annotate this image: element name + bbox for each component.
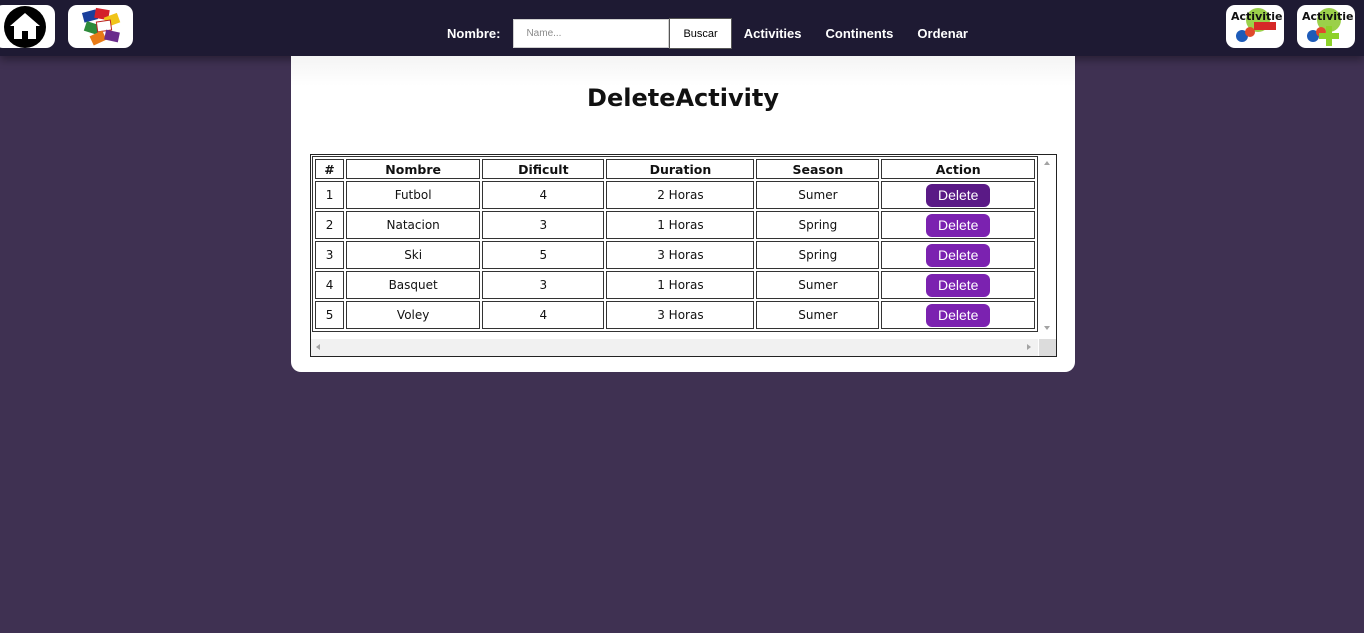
- cell-season: Spring: [756, 241, 880, 269]
- delete-button[interactable]: Delete: [926, 183, 991, 207]
- scroll-right-icon[interactable]: [1027, 344, 1031, 350]
- cell-season: Spring: [756, 211, 880, 239]
- scroll-down-icon[interactable]: [1044, 326, 1050, 330]
- activities-table: # Nombre Dificult Duration Season Action…: [312, 156, 1038, 332]
- cell-number: 4: [315, 271, 345, 299]
- cell-action: Delete: [881, 271, 1035, 299]
- activity-add-icon: Activitie: [1302, 7, 1353, 46]
- scroll-up-icon[interactable]: [1044, 161, 1050, 165]
- cell-duration: 3 Horas: [606, 301, 755, 329]
- cell-season: Sumer: [756, 301, 880, 329]
- nav-link-continents[interactable]: Continents: [826, 26, 894, 41]
- top-navbar: Nombre: Buscar Activities Continents Ord…: [0, 0, 1364, 56]
- cell-difficulty: 3: [482, 211, 605, 239]
- delete-button[interactable]: Delete: [926, 243, 991, 267]
- search-label: Nombre:: [447, 26, 501, 41]
- flags-icon: [81, 7, 120, 45]
- cell-season: Sumer: [756, 271, 880, 299]
- delete-activity-card: DeleteActivity # Nombre Dificult Duratio…: [291, 56, 1075, 372]
- cell-name: Basquet: [346, 271, 481, 299]
- table-row: 1 Futbol 4 2 Horas Sumer Delete: [315, 181, 1035, 209]
- column-header-name: Nombre: [346, 159, 481, 179]
- delete-button[interactable]: Delete: [926, 303, 991, 327]
- cell-number: 5: [315, 301, 345, 329]
- search-button[interactable]: Buscar: [669, 18, 732, 49]
- scroll-left-icon[interactable]: [316, 344, 320, 350]
- cell-name: Voley: [346, 301, 481, 329]
- cell-action: Delete: [881, 211, 1035, 239]
- table-row: 4 Basquet 3 1 Horas Sumer Delete: [315, 271, 1035, 299]
- cell-name: Ski: [346, 241, 481, 269]
- column-header-action: Action: [881, 159, 1035, 179]
- cell-difficulty: 5: [482, 241, 605, 269]
- cell-name: Natacion: [346, 211, 481, 239]
- home-button[interactable]: [0, 5, 55, 48]
- column-header-number: #: [315, 159, 345, 179]
- cell-duration: 1 Horas: [606, 211, 755, 239]
- activity-icon-label: Activitie: [1231, 10, 1282, 23]
- table-row: 2 Natacion 3 1 Horas Spring Delete: [315, 211, 1035, 239]
- vertical-scrollbar[interactable]: [1039, 155, 1056, 338]
- cell-season: Sumer: [756, 181, 880, 209]
- horizontal-scrollbar[interactable]: [311, 339, 1038, 356]
- nav-link-ordenar[interactable]: Ordenar: [917, 26, 968, 41]
- delete-button[interactable]: Delete: [926, 273, 991, 297]
- delete-button[interactable]: Delete: [926, 213, 991, 237]
- cell-name: Futbol: [346, 181, 481, 209]
- table-row: 3 Ski 5 3 Horas Spring Delete: [315, 241, 1035, 269]
- cell-number: 2: [315, 211, 345, 239]
- cell-action: Delete: [881, 241, 1035, 269]
- table-header-row: # Nombre Dificult Duration Season Action: [315, 159, 1035, 179]
- activities-table-container: # Nombre Dificult Duration Season Action…: [310, 154, 1057, 357]
- search-input[interactable]: [513, 19, 670, 48]
- cell-difficulty: 4: [482, 301, 605, 329]
- cell-action: Delete: [881, 181, 1035, 209]
- column-header-season: Season: [756, 159, 880, 179]
- cell-difficulty: 4: [482, 181, 605, 209]
- scrollbar-corner: [1039, 339, 1056, 356]
- search-nav: Nombre: Buscar Activities Continents Ord…: [447, 18, 980, 49]
- cell-duration: 2 Horas: [606, 181, 755, 209]
- cell-duration: 3 Horas: [606, 241, 755, 269]
- add-activity-button[interactable]: Activitie: [1297, 5, 1355, 48]
- activity-add-icon-label: Activitie: [1302, 10, 1353, 23]
- table-row: 5 Voley 4 3 Horas Sumer Delete: [315, 301, 1035, 329]
- activity-button[interactable]: Activitie: [1226, 5, 1284, 48]
- cell-difficulty: 3: [482, 271, 605, 299]
- cell-action: Delete: [881, 301, 1035, 329]
- cell-number: 3: [315, 241, 345, 269]
- column-header-duration: Duration: [606, 159, 755, 179]
- language-button[interactable]: [68, 5, 133, 48]
- column-header-difficulty: Dificult: [482, 159, 605, 179]
- home-icon: [3, 5, 46, 48]
- nav-link-activities[interactable]: Activities: [744, 26, 802, 41]
- cell-number: 1: [315, 181, 345, 209]
- activity-icon: Activitie: [1231, 7, 1282, 42]
- page-title: DeleteActivity: [587, 84, 779, 112]
- cell-duration: 1 Horas: [606, 271, 755, 299]
